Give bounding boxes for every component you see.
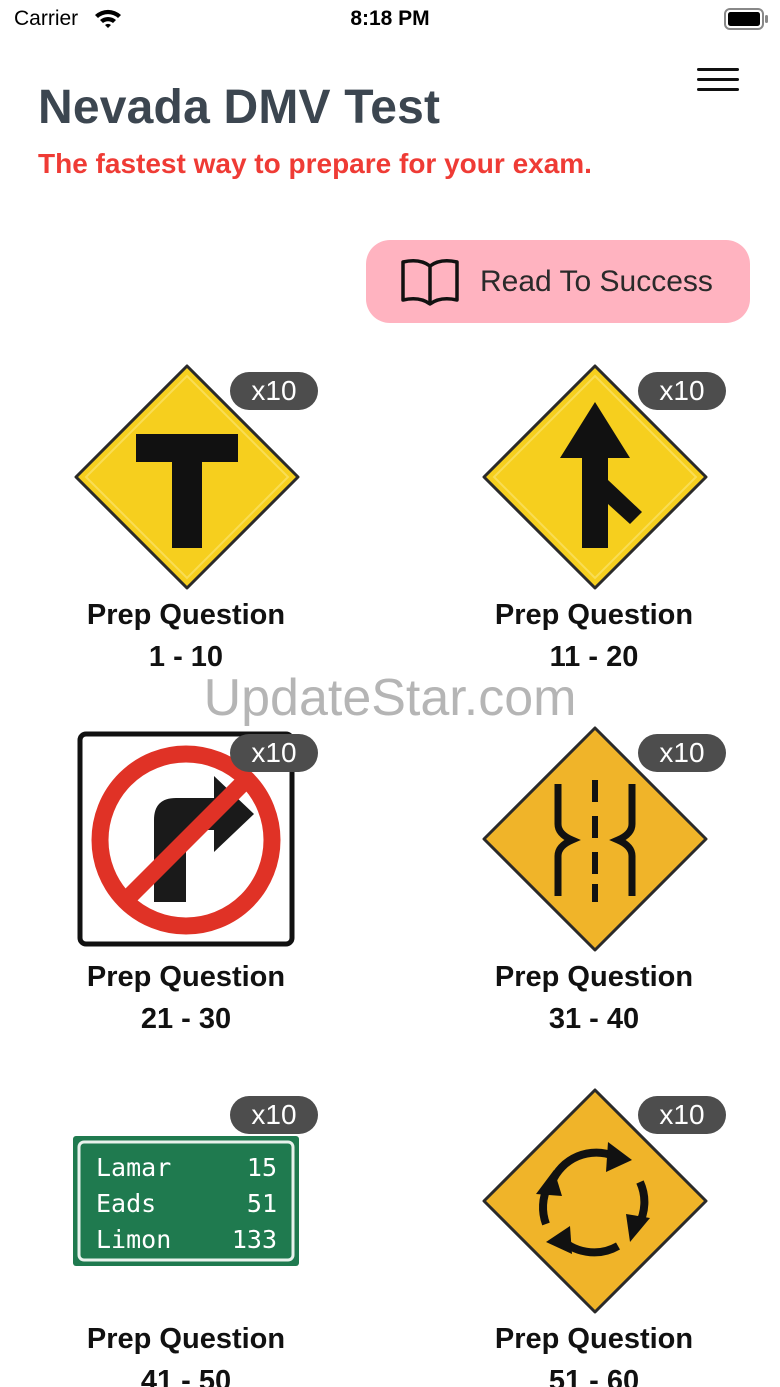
- hamburger-icon-line: [697, 78, 739, 81]
- sign-dist-2: 51: [247, 1189, 277, 1218]
- card-range: 1 - 10: [148, 641, 224, 673]
- question-count-badge: x10: [638, 734, 726, 772]
- card-caption: Prep Question 41 - 50: [36, 1318, 336, 1387]
- card-caption: Prep Question 31 - 40: [444, 956, 744, 1040]
- prep-card-31-40[interactable]: x10 Prep Question 31 - 40: [444, 724, 744, 1044]
- sign-place-3: Limon: [96, 1225, 171, 1254]
- card-title: Prep Question: [86, 1323, 286, 1355]
- card-caption: Prep Question 11 - 20: [444, 594, 744, 678]
- card-title: Prep Question: [86, 599, 286, 631]
- card-caption: Prep Question 21 - 30: [36, 956, 336, 1040]
- prep-card-41-50[interactable]: Lamar 15 Eads 51 Limon 133 x10 Prep Ques…: [36, 1086, 336, 1387]
- card-title: Prep Question: [494, 599, 694, 631]
- hamburger-icon-line: [697, 68, 739, 71]
- sign-dist-3: 133: [232, 1225, 277, 1254]
- page-subtitle: The fastest way to prepare for your exam…: [38, 148, 592, 179]
- question-count-badge: x10: [230, 734, 318, 772]
- prep-card-11-20[interactable]: x10 Prep Question 11 - 20: [444, 362, 744, 682]
- sign-place-2: Eads: [96, 1189, 156, 1218]
- card-title: Prep Question: [86, 961, 286, 993]
- prep-card-21-30[interactable]: x10 Prep Question 21 - 30: [36, 724, 336, 1044]
- card-range: 31 - 40: [548, 1003, 640, 1035]
- read-to-success-label: Read To Success: [480, 265, 713, 298]
- battery-icon: [724, 8, 768, 30]
- card-caption: Prep Question 1 - 10: [36, 594, 336, 678]
- prep-card-1-10[interactable]: x10 Prep Question 1 - 10: [36, 362, 336, 682]
- card-range: 11 - 20: [549, 641, 639, 673]
- read-to-success-button[interactable]: Read To Success: [366, 240, 750, 323]
- prep-card-51-60[interactable]: x10 Prep Question 51 - 60: [444, 1086, 744, 1387]
- status-bar: Carrier 8:18 PM: [0, 0, 780, 40]
- card-title: Prep Question: [494, 961, 694, 993]
- question-count-badge: x10: [638, 1096, 726, 1134]
- question-count-badge: x10: [230, 1096, 318, 1134]
- status-time: 8:18 PM: [350, 7, 430, 30]
- card-range: 41 - 50: [140, 1365, 232, 1387]
- card-title: Prep Question: [494, 1323, 694, 1355]
- question-count-badge: x10: [230, 372, 318, 410]
- page-title: Nevada DMV Test: [38, 81, 441, 134]
- menu-button[interactable]: [692, 64, 744, 98]
- hamburger-icon-line: [697, 88, 739, 91]
- question-count-badge: x10: [638, 372, 726, 410]
- sign-place-1: Lamar: [96, 1153, 171, 1182]
- card-range: 51 - 60: [548, 1365, 640, 1387]
- card-range: 21 - 30: [140, 1003, 232, 1035]
- book-icon: [401, 259, 459, 306]
- card-caption: Prep Question 51 - 60: [444, 1318, 744, 1387]
- sign-dist-1: 15: [247, 1153, 277, 1182]
